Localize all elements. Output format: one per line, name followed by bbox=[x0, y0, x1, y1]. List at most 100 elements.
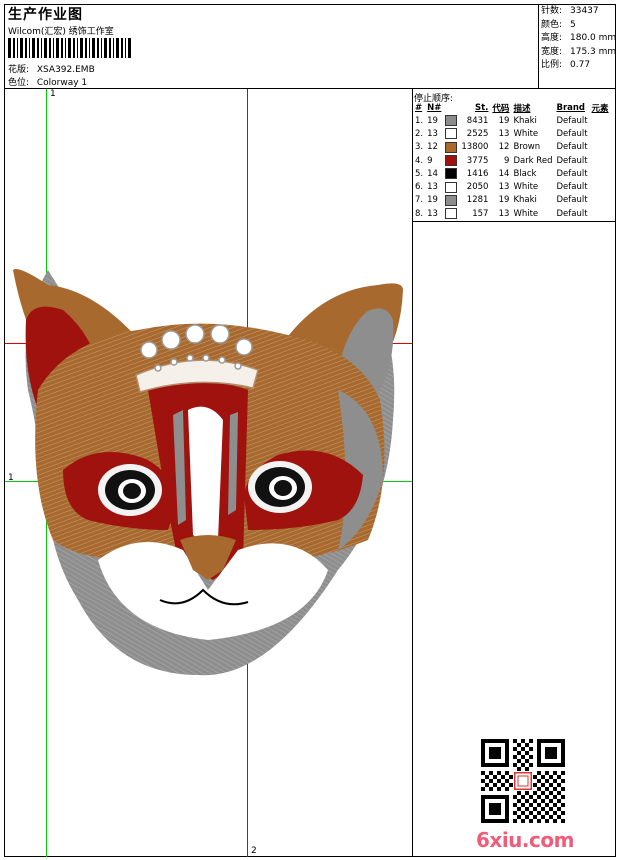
cell-description: Khaki bbox=[513, 195, 537, 206]
stat-label: 宽度: bbox=[541, 46, 563, 57]
embroidery-cat-design bbox=[13, 269, 403, 676]
cell-description: Khaki bbox=[513, 115, 537, 126]
col-header-needle: N# bbox=[427, 102, 442, 113]
cell-brand: Default bbox=[556, 115, 588, 126]
cell-element bbox=[590, 114, 611, 127]
col-header-code: 代码 bbox=[492, 103, 510, 114]
cell-brand: Default bbox=[556, 208, 588, 219]
cell-code: 12 bbox=[498, 142, 510, 153]
cell-description: Brown bbox=[513, 142, 541, 153]
cell-code: 13 bbox=[498, 128, 510, 139]
stat-scale: 比例: 0.77 bbox=[541, 59, 616, 73]
cell-element bbox=[590, 194, 611, 207]
watermark-logo-text: 6xiu.com bbox=[476, 828, 574, 852]
stat-value: 180.0 mm bbox=[570, 33, 617, 43]
stat-value: 0.77 bbox=[570, 60, 591, 70]
color-swatch bbox=[445, 194, 458, 206]
cell-swatch bbox=[443, 194, 459, 207]
cell-brand: Default bbox=[556, 182, 588, 193]
color-swatch bbox=[445, 181, 458, 193]
col-header-stitches: St. bbox=[475, 102, 489, 113]
cell-index: 2. bbox=[415, 128, 424, 139]
cell-index: 7. bbox=[415, 195, 424, 206]
cell-code: 13 bbox=[498, 208, 510, 219]
cell-needle: 12 bbox=[427, 142, 438, 153]
color-swatch bbox=[445, 128, 458, 140]
stat-stitches: 针数: 33437 bbox=[541, 5, 616, 19]
table-header-row: # N# St. 代码 描述 Brand 元素 bbox=[413, 101, 611, 114]
cell-description: White bbox=[513, 128, 539, 139]
cell-index: 3. bbox=[415, 142, 424, 153]
stat-height: 高度: 180.0 mm bbox=[541, 32, 616, 46]
design-label: 花版: bbox=[8, 65, 30, 75]
stat-value: 175.3 mm bbox=[570, 46, 617, 57]
cell-needle: 14 bbox=[427, 168, 438, 179]
stats-divider bbox=[538, 4, 539, 88]
cell-element bbox=[590, 154, 611, 167]
col-header-swatch bbox=[443, 101, 459, 114]
left-eye bbox=[98, 464, 162, 516]
cell-index: 6. bbox=[415, 182, 424, 193]
stat-label: 高度: bbox=[541, 33, 563, 43]
color-swatch bbox=[445, 155, 458, 167]
page-title: 生产作业图 bbox=[8, 7, 83, 23]
cell-stitches: 157 bbox=[472, 208, 489, 219]
table-row: 7. 19 1281 19 Khaki Default bbox=[413, 194, 611, 207]
color-swatch bbox=[445, 141, 458, 153]
table-row: 4. 9 3775 9 Dark Red Default bbox=[413, 154, 611, 167]
cell-stitches: 8431 bbox=[466, 115, 489, 126]
cell-swatch bbox=[443, 180, 459, 193]
qr-code-image bbox=[481, 739, 565, 823]
colorway-row: 色位: Colorway 1 bbox=[8, 75, 87, 88]
cell-description: Black bbox=[513, 168, 537, 179]
cell-description: White bbox=[513, 182, 539, 193]
cell-code: 19 bbox=[498, 115, 510, 126]
cell-swatch bbox=[443, 167, 459, 180]
cell-code: 19 bbox=[498, 195, 510, 206]
color-swatch bbox=[445, 168, 458, 180]
cell-swatch bbox=[443, 154, 459, 167]
cell-stitches: 3775 bbox=[466, 155, 489, 166]
cell-needle: 19 bbox=[427, 195, 438, 206]
stop-sequence-table: # N# St. 代码 描述 Brand 元素 1. 19 8431 19 Khaki D… bbox=[413, 101, 611, 220]
cell-stitches: 1281 bbox=[466, 195, 489, 206]
cell-needle: 13 bbox=[427, 128, 438, 139]
design-file-name: XSA392.EMB bbox=[36, 65, 95, 75]
barcode-image bbox=[8, 38, 131, 58]
cell-stitches: 2050 bbox=[466, 182, 489, 193]
header-bottom-divider bbox=[4, 88, 616, 89]
cell-element bbox=[590, 207, 611, 220]
cell-stitches: 2525 bbox=[466, 128, 489, 139]
table-row: 6. 13 2050 13 White Default bbox=[413, 180, 611, 193]
table-row: 2. 13 2525 13 White Default bbox=[413, 127, 611, 140]
cell-swatch bbox=[443, 114, 459, 127]
stat-value: 5 bbox=[570, 19, 576, 30]
guide-label-v2: 2 bbox=[251, 846, 257, 856]
cell-swatch bbox=[443, 127, 459, 140]
cell-element bbox=[590, 180, 611, 193]
cell-needle: 9 bbox=[427, 155, 433, 166]
col-header-description: 描述 bbox=[513, 103, 531, 114]
white-blaze bbox=[188, 406, 223, 545]
cell-stitches: 1416 bbox=[466, 168, 489, 179]
stat-width: 宽度: 175.3 mm bbox=[541, 46, 616, 60]
cell-code: 14 bbox=[498, 168, 510, 179]
cell-element bbox=[590, 141, 611, 154]
cell-index: 1. bbox=[415, 115, 424, 126]
cell-brand: Default bbox=[556, 128, 588, 139]
right-eye bbox=[248, 461, 312, 513]
stat-colors: 颜色: 5 bbox=[541, 19, 616, 33]
stat-label: 比例: bbox=[541, 60, 563, 70]
cell-index: 5. bbox=[415, 168, 424, 179]
col-header-element: 元素 bbox=[591, 103, 609, 114]
color-swatch bbox=[445, 115, 458, 127]
stat-value: 33437 bbox=[570, 6, 599, 16]
cell-needle: 13 bbox=[427, 208, 438, 219]
studio-name: Wilcom(汇宏) 绣饰工作室 bbox=[8, 27, 114, 37]
color-swatch bbox=[445, 208, 458, 220]
cell-swatch bbox=[443, 141, 459, 154]
table-bottom-divider bbox=[412, 221, 616, 222]
cell-description: Dark Red bbox=[513, 155, 553, 166]
cell-element bbox=[590, 127, 611, 140]
cell-needle: 19 bbox=[427, 115, 438, 126]
